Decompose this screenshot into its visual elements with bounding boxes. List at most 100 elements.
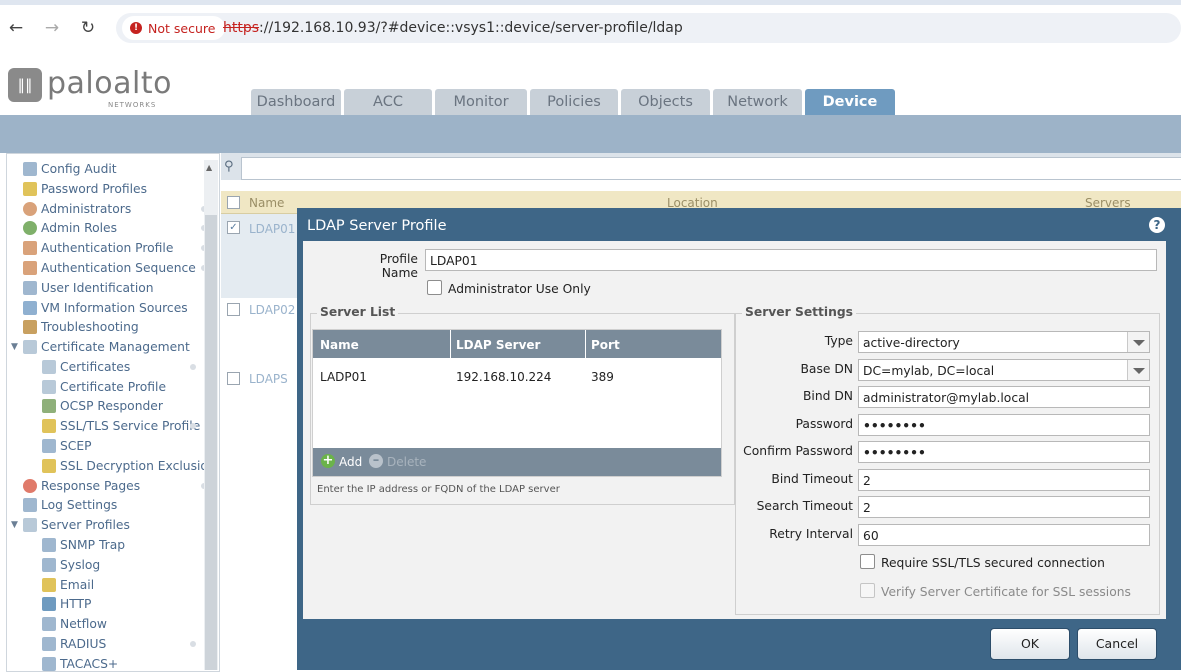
filter-input[interactable] (241, 157, 1181, 180)
forward-icon[interactable]: → (42, 18, 62, 38)
auth-profile-icon (23, 240, 37, 255)
password-input[interactable]: •••••••• (858, 414, 1150, 436)
row-checkbox-checked[interactable]: ✓ (227, 221, 240, 234)
sidebar-item-log-settings[interactable]: Log Settings (23, 495, 117, 514)
url-text[interactable]: https://192.168.10.93/?#device::vsys1::d… (223, 20, 683, 36)
ok-button[interactable]: OK (990, 628, 1070, 660)
tab-network[interactable]: Network (713, 89, 802, 115)
sidebar-item-scep[interactable]: SCEP (42, 436, 92, 455)
server-row-address[interactable]: 192.168.10.224 (456, 370, 551, 384)
certificate-folder-icon (23, 339, 37, 354)
require-ssl-checkbox[interactable] (860, 554, 875, 569)
add-button[interactable]: Add (339, 455, 362, 469)
verify-cert-checkbox[interactable] (860, 583, 875, 598)
address-bar[interactable]: ! Not secure https://192.168.10.93/?#dev… (116, 13, 1181, 43)
server-list-legend: Server List (317, 305, 399, 319)
sidebar-item-netflow[interactable]: Netflow (42, 614, 107, 633)
sidebar-item-user-identification[interactable]: User Identification (23, 278, 154, 297)
security-indicator[interactable]: ! Not secure (122, 16, 226, 40)
sidebar-item-admin-roles[interactable]: Admin Roles (23, 218, 213, 237)
sidebar-item-password-profiles[interactable]: Password Profiles (23, 179, 147, 198)
lock-icon (42, 458, 56, 473)
tab-device[interactable]: Device (805, 89, 895, 116)
require-ssl-label: Require SSL/TLS secured connection (881, 556, 1105, 570)
server-row-name[interactable]: LADP01 (320, 370, 367, 384)
row-name[interactable]: LDAPS (249, 372, 288, 386)
delete-button[interactable]: Delete (387, 455, 426, 469)
expand-arrow-icon[interactable]: ▼ (11, 342, 21, 352)
sidebar-item-certificate-management[interactable]: ▼ Certificate Management (11, 337, 190, 356)
sidebar-item-label: Response Pages (41, 478, 141, 493)
lock-icon (42, 418, 56, 433)
admin-use-only-checkbox[interactable] (427, 280, 442, 295)
server-list-header: Name LDAP Server Port (313, 330, 721, 358)
sidebar-item-label: SCEP (60, 438, 92, 453)
profile-name-input[interactable]: LDAP01 (425, 249, 1157, 271)
sidebar-item-ssl-tls-service-profile[interactable]: SSL/TLS Service Profile (42, 416, 213, 435)
expand-arrow-icon[interactable]: ▼ (11, 520, 21, 530)
confirm-password-input[interactable]: •••••••• (858, 441, 1150, 463)
cancel-button[interactable]: Cancel (1077, 628, 1157, 660)
sidebar-item-tacacs[interactable]: TACACS+ (42, 654, 118, 671)
status-dot (190, 640, 196, 647)
sidebar-item-syslog[interactable]: Syslog (42, 555, 100, 574)
help-icon[interactable]: ? (1149, 217, 1165, 233)
sidebar-item-ocsp-responder[interactable]: OCSP Responder (42, 396, 163, 415)
server-list-toolbar: + Add – Delete (313, 448, 721, 476)
sidebar-item-authentication-sequence[interactable]: Authentication Sequence (23, 258, 213, 277)
add-icon[interactable]: + (321, 454, 335, 468)
sidebar-item-label: Admin Roles (41, 220, 118, 235)
search-timeout-input[interactable]: 2 (858, 496, 1150, 518)
scroll-up-icon[interactable]: ▲ (206, 163, 212, 172)
sidebar-item-http[interactable]: HTTP (42, 594, 91, 613)
dialog-body: Profile Name LDAP01 Administrator Use On… (303, 241, 1166, 619)
sidebar-item-label: SNMP Trap (60, 537, 126, 552)
tab-acc[interactable]: ACC (344, 89, 432, 115)
chevron-down-icon[interactable] (1127, 332, 1149, 352)
sidebar-item-certificate-profile[interactable]: Certificate Profile (42, 377, 166, 396)
sidebar-item-email[interactable]: Email (42, 575, 94, 594)
sidebar-item-troubleshooting[interactable]: Troubleshooting (23, 317, 139, 336)
browser-toolbar: ← → ↻ ! Not secure https://192.168.10.93… (0, 0, 1181, 56)
tab-monitor[interactable]: Monitor (435, 89, 527, 115)
column-ldap-server[interactable]: LDAP Server (456, 338, 540, 352)
type-label: Type (824, 334, 853, 348)
type-select[interactable]: active-directory (858, 331, 1150, 353)
row-checkbox[interactable] (227, 372, 240, 385)
sidebar-item-vm-information-sources[interactable]: VM Information Sources (23, 298, 188, 317)
tab-objects[interactable]: Objects (621, 89, 710, 115)
bind-dn-input[interactable]: administrator@mylab.local (858, 386, 1150, 408)
security-label: Not secure (148, 20, 216, 36)
column-name[interactable]: Name (249, 196, 284, 210)
chevron-down-icon[interactable] (1127, 360, 1149, 380)
back-icon[interactable]: ← (6, 18, 26, 38)
sidebar-item-administrators[interactable]: Administrators (23, 199, 213, 218)
base-dn-label: Base DN (800, 362, 853, 376)
column-port[interactable]: Port (591, 338, 620, 352)
sidebar-item-ssl-decryption-exclusion[interactable]: SSL Decryption Exclusion (42, 456, 216, 475)
sidebar-item-response-pages[interactable]: Response Pages (23, 476, 213, 495)
row-name[interactable]: LDAP01 (249, 222, 295, 236)
sidebar-item-authentication-profile[interactable]: Authentication Profile (23, 238, 213, 257)
sidebar-item-label: User Identification (41, 280, 154, 295)
bind-timeout-label: Bind Timeout (771, 472, 853, 486)
base-dn-select[interactable]: DC=mylab, DC=local (858, 359, 1150, 381)
server-row-port[interactable]: 389 (591, 370, 614, 384)
row-checkbox[interactable] (227, 303, 240, 316)
sidebar-item-certificates[interactable]: Certificates (42, 357, 213, 376)
sidebar-item-server-profiles[interactable]: ▼ Server Profiles (11, 515, 130, 534)
column-name[interactable]: Name (320, 338, 359, 352)
sidebar-scrollbar-thumb[interactable] (205, 215, 217, 670)
sidebar-item-radius[interactable]: RADIUS (42, 634, 213, 653)
bind-timeout-input[interactable]: 2 (858, 469, 1150, 491)
tab-policies[interactable]: Policies (530, 89, 618, 115)
delete-icon[interactable]: – (369, 454, 383, 468)
select-all-checkbox[interactable] (227, 196, 240, 209)
sidebar-item-config-audit[interactable]: Config Audit (23, 159, 117, 178)
http-icon (42, 596, 56, 611)
retry-interval-input[interactable]: 60 (858, 524, 1150, 546)
row-name[interactable]: LDAP02 (249, 303, 295, 317)
reload-icon[interactable]: ↻ (78, 18, 98, 38)
tab-dashboard[interactable]: Dashboard (251, 89, 341, 115)
sidebar-item-snmp-trap[interactable]: SNMP Trap (42, 535, 125, 554)
